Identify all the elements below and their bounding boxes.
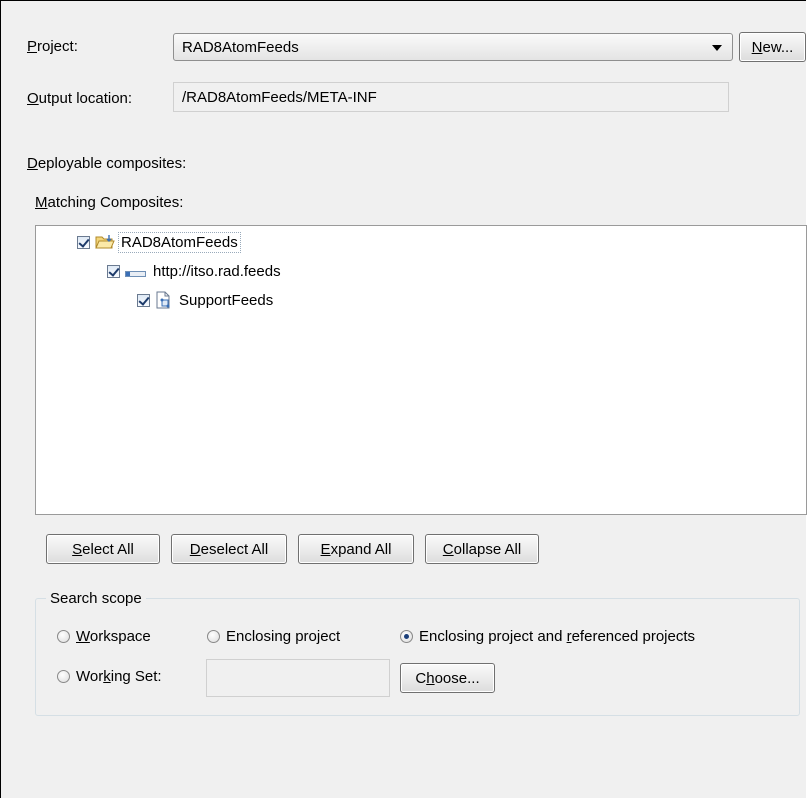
- tree-node-checkbox[interactable]: [137, 293, 150, 307]
- tree-node-label: SupportFeeds: [179, 291, 274, 309]
- choose-button[interactable]: Ch oose...: [400, 663, 495, 693]
- project-combo-value: RAD8AtomFeeds: [182, 38, 299, 56]
- composite-file-icon: [155, 291, 173, 309]
- enclosing-referenced-radio-label: Enclosing project and referenced project…: [419, 628, 695, 645]
- tree-node-label: RAD8AtomFeeds: [118, 231, 241, 253]
- deselect-all-button[interactable]: Deselect All: [171, 534, 287, 564]
- workspace-radio[interactable]: Workspace: [57, 628, 151, 645]
- tree-node-project[interactable]: RAD8AtomFeeds: [77, 231, 241, 253]
- composites-tree[interactable]: RAD8AtomFeeds http://itso.rad.feeds Supp…: [35, 225, 807, 515]
- deployable-composites-label: Deployable composites:: [27, 155, 187, 172]
- expand-all-button[interactable]: Expand All: [298, 534, 414, 564]
- workspace-radio-label: Workspace: [76, 628, 151, 645]
- matching-composites-label: Matching Composites:: [35, 194, 184, 211]
- output-location-label: Output location:: [27, 90, 133, 107]
- radio-button[interactable]: [57, 670, 70, 683]
- output-location-field: /RAD8AtomFeeds/META-INF: [173, 82, 729, 112]
- radio-button[interactable]: [400, 630, 413, 643]
- enclosing-project-radio[interactable]: Enclosing project: [207, 628, 340, 645]
- namespace-icon: [125, 266, 147, 277]
- collapse-all-button[interactable]: Collapse All: [425, 534, 539, 564]
- project-label: Project:: [27, 38, 78, 55]
- tree-node-namespace[interactable]: http://itso.rad.feeds: [107, 260, 281, 282]
- enclosing-project-radio-label: Enclosing project: [226, 628, 341, 645]
- tree-node-composite[interactable]: SupportFeeds: [137, 289, 273, 311]
- radio-button[interactable]: [207, 630, 220, 643]
- tree-node-checkbox[interactable]: [107, 264, 120, 278]
- radio-button[interactable]: [57, 630, 70, 643]
- chevron-down-icon[interactable]: [712, 45, 722, 51]
- project-folder-icon: [95, 234, 115, 250]
- working-set-radio-label: Working Set:: [76, 668, 162, 685]
- select-all-button[interactable]: Select All: [46, 534, 160, 564]
- deploy-panel: Project: RAD8AtomFeeds New... Output loc…: [2, 2, 807, 798]
- project-combo[interactable]: RAD8AtomFeeds: [173, 33, 733, 61]
- working-set-radio[interactable]: Working Set:: [57, 668, 162, 685]
- output-location-value: /RAD8AtomFeeds/META-INF: [182, 88, 377, 106]
- tree-node-checkbox[interactable]: [77, 235, 90, 249]
- dialog-frame: Project: RAD8AtomFeeds New... Output loc…: [0, 0, 807, 798]
- tree-node-label: http://itso.rad.feeds: [153, 262, 281, 280]
- enclosing-referenced-radio[interactable]: Enclosing project and referenced project…: [400, 628, 695, 645]
- search-scope-title: Search scope: [46, 590, 146, 607]
- new-project-button[interactable]: New...: [739, 32, 806, 62]
- working-set-field[interactable]: [206, 659, 390, 697]
- search-scope-group: [35, 598, 800, 716]
